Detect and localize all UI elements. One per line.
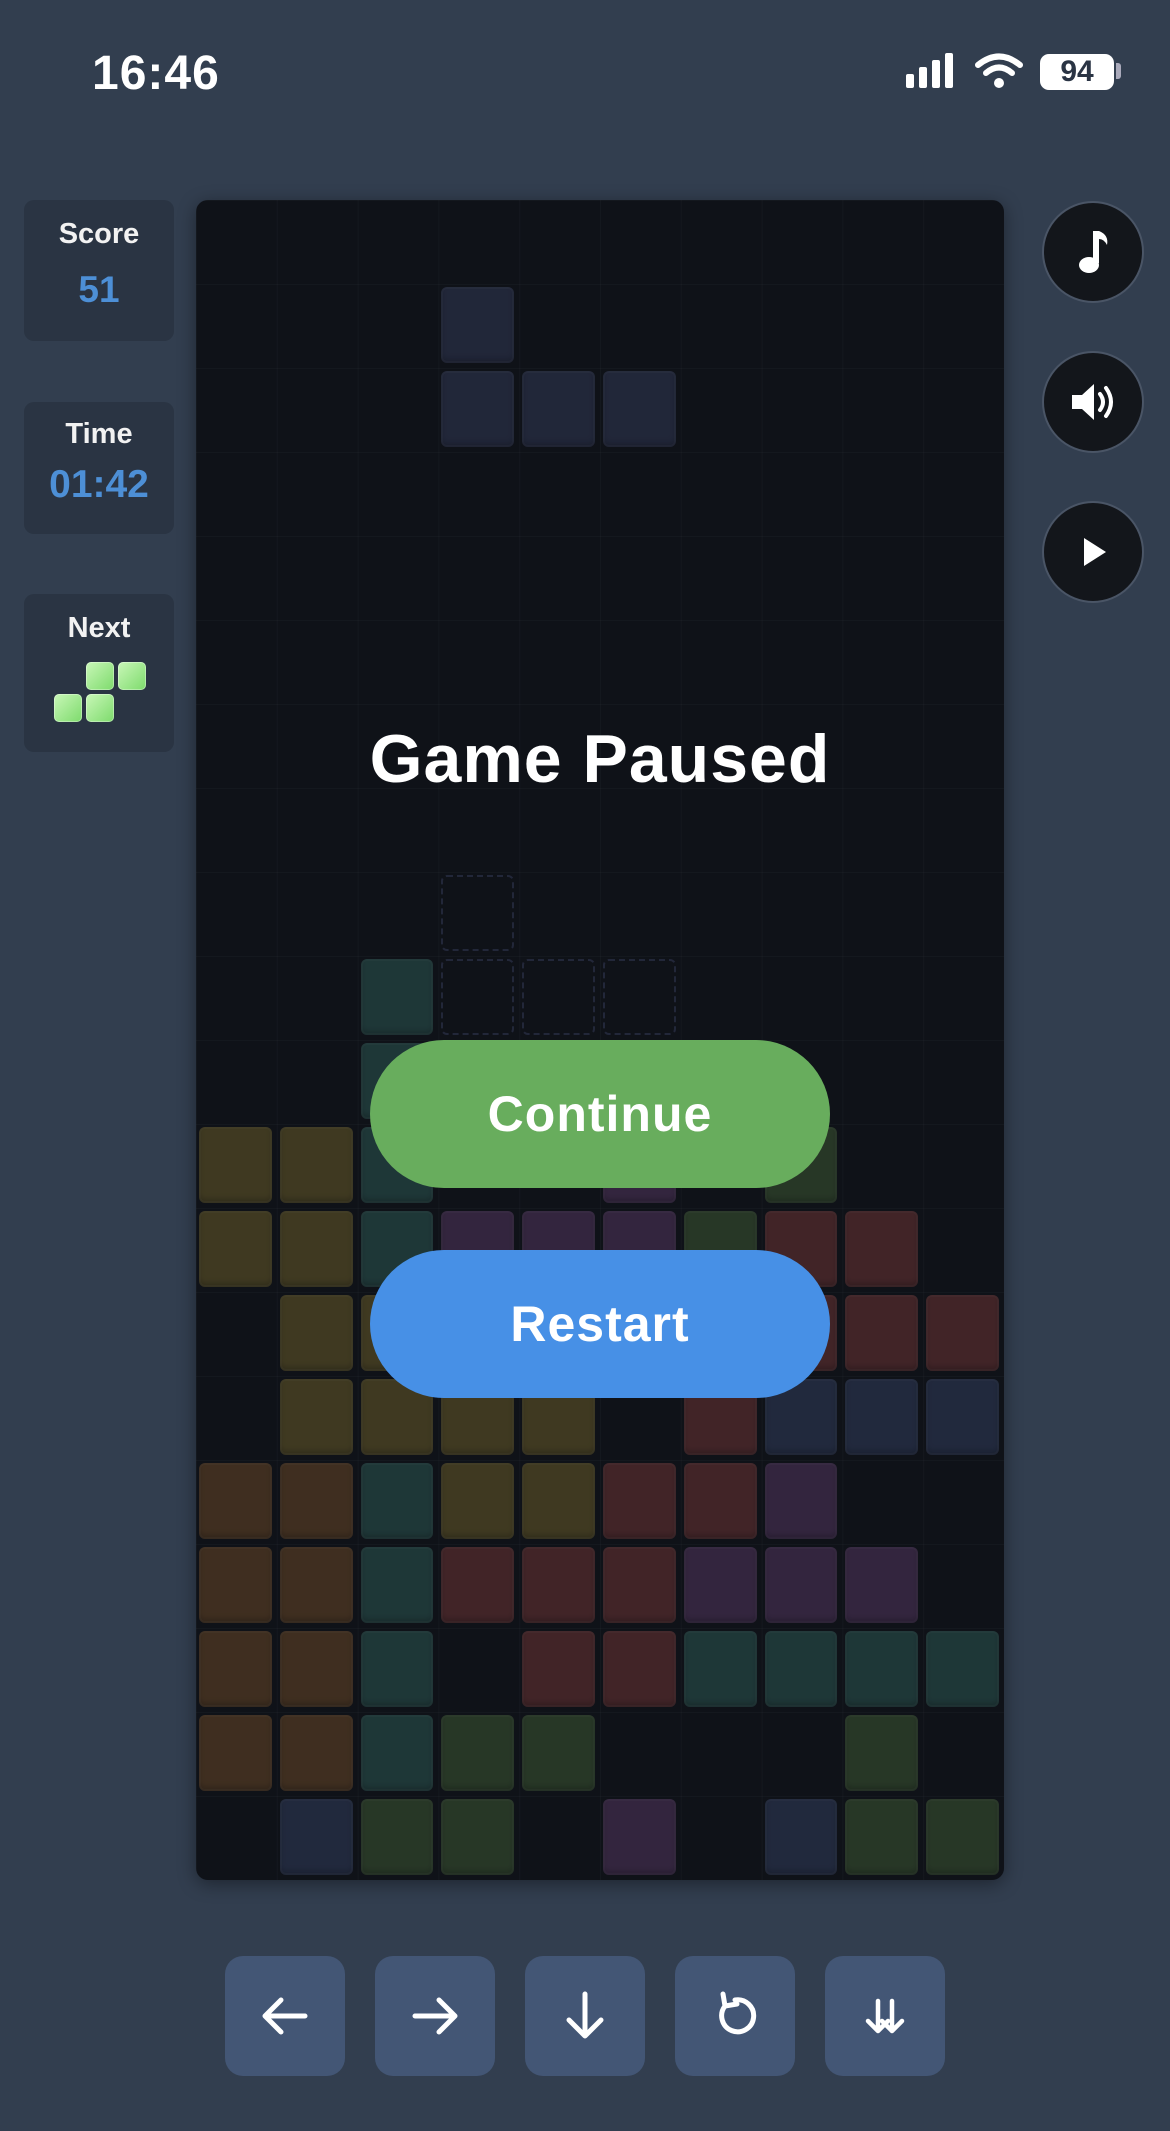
score-panel: Score 51 (24, 200, 174, 341)
arrow-left-icon (262, 1997, 308, 2035)
move-left-button[interactable] (225, 1956, 345, 2076)
time-panel: Time 01:42 (24, 402, 174, 534)
next-piece-cell (118, 662, 146, 690)
score-label: Score (58, 218, 140, 250)
next-piece-cell (86, 662, 114, 690)
move-right-button[interactable] (375, 1956, 495, 2076)
volume-icon (1072, 384, 1113, 420)
play-icon (1084, 538, 1106, 566)
music-icon (1079, 231, 1108, 273)
play-button[interactable] (1042, 501, 1144, 603)
hard-drop-icon (865, 1998, 905, 2034)
cellular-signal-icon (906, 53, 953, 88)
score-value: 51 (78, 269, 120, 310)
rotate-button[interactable] (675, 1956, 795, 2076)
soft-drop-button[interactable] (525, 1956, 645, 2076)
next-piece-cell (54, 694, 82, 722)
status-bar: 16:46 94 (0, 0, 1170, 150)
restart-button[interactable]: Restart (370, 1250, 830, 1398)
continue-button[interactable]: Continue (370, 1040, 830, 1188)
status-time: 16:46 (92, 47, 220, 100)
hard-drop-button[interactable] (825, 1956, 945, 2076)
next-label: Next (67, 612, 131, 644)
next-piece-preview (24, 654, 174, 744)
time-value: 01:42 (49, 463, 149, 506)
sound-toggle-button[interactable] (1042, 351, 1144, 453)
time-label: Time (65, 418, 133, 450)
game-board[interactable]: Game Paused Continue Restart (196, 200, 1004, 1880)
arrow-down-icon (566, 1991, 604, 2039)
battery-cap (1116, 63, 1121, 79)
arrow-right-icon (412, 1997, 458, 2035)
rotate-icon (719, 1991, 757, 2035)
pause-title: Game Paused (369, 721, 831, 797)
next-piece-cell (86, 694, 114, 722)
next-piece-panel: Next (24, 594, 174, 752)
music-toggle-button[interactable] (1042, 201, 1144, 303)
battery-level: 94 (1040, 54, 1114, 90)
wifi-icon (975, 53, 1023, 88)
